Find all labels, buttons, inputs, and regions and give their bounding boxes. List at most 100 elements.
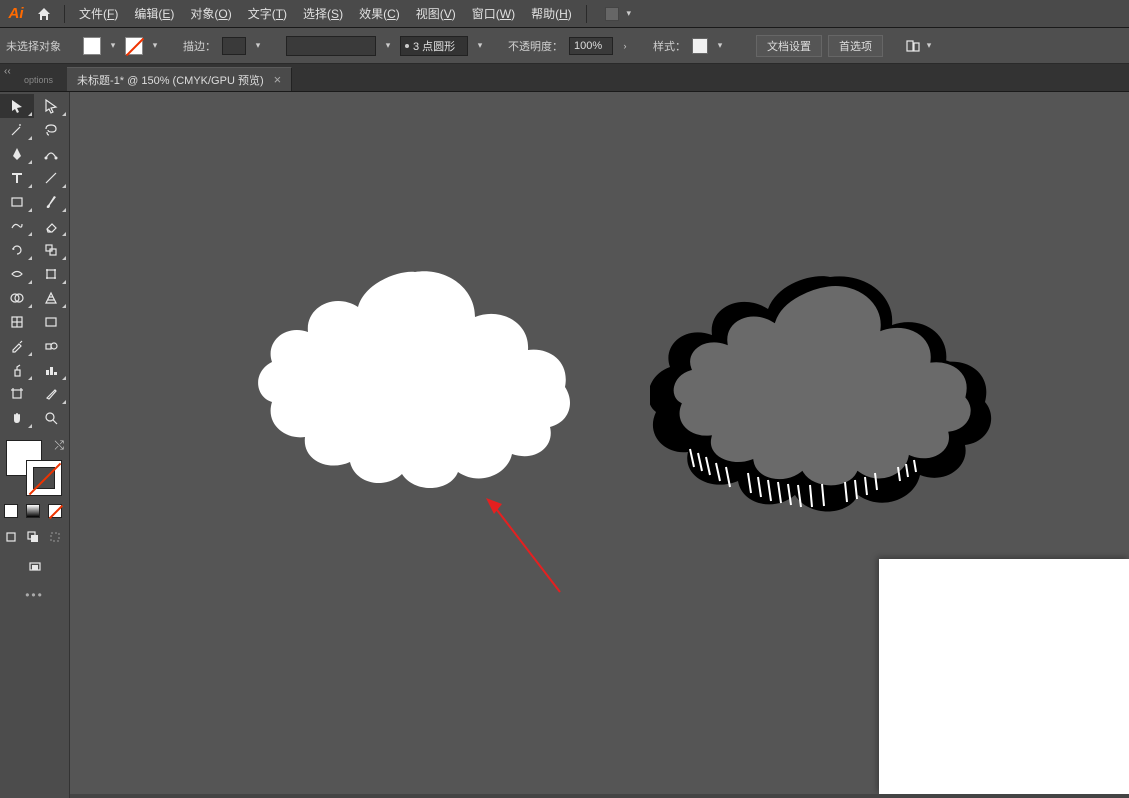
tool-lasso[interactable] [34, 118, 68, 142]
stroke-weight-stepper[interactable]: ▾ [252, 40, 264, 52]
rotate-icon [9, 242, 25, 258]
style-dropdown[interactable]: ▾ [714, 40, 726, 52]
tool-eraser[interactable] [34, 214, 68, 238]
menu-effect[interactable]: 效果(C) [351, 2, 408, 26]
tool-hand[interactable] [0, 406, 34, 430]
stroke-proxy[interactable] [26, 460, 62, 496]
opacity-dropdown[interactable]: › [619, 40, 631, 52]
eyedropper-icon [9, 338, 25, 354]
tool-pen[interactable] [0, 142, 34, 166]
tool-artboard[interactable] [0, 382, 34, 406]
brush-definition[interactable]: 3 点圆形 [400, 36, 468, 56]
artboard[interactable] [879, 559, 1129, 794]
document-setup-button[interactable]: 文档设置 [756, 35, 822, 57]
menu-file[interactable]: 文件(F) [71, 2, 126, 26]
tool-gradient[interactable] [34, 310, 68, 334]
cursor-icon [9, 98, 25, 114]
tool-direct-selection[interactable] [34, 94, 68, 118]
home-button[interactable] [30, 6, 58, 22]
tool-perspective[interactable] [34, 286, 68, 310]
color-mode-gradient[interactable] [22, 502, 44, 520]
fill-dropdown[interactable]: ▾ [107, 40, 119, 52]
tool-shaper[interactable] [0, 214, 34, 238]
tool-type[interactable] [0, 166, 34, 190]
workspace-switcher[interactable]: ▾ [605, 7, 635, 21]
canvas-area[interactable] [70, 92, 1129, 798]
menu-window[interactable]: 窗口(W) [464, 2, 523, 26]
stroke-label[interactable]: 描边： [183, 38, 216, 54]
tool-column-graph[interactable] [34, 358, 68, 382]
tool-line[interactable] [34, 166, 68, 190]
artwork-cloud-white[interactable] [250, 262, 580, 502]
swap-fill-stroke-icon[interactable]: ⤭ [54, 438, 64, 453]
artwork-cloud-outline[interactable] [650, 267, 1000, 527]
opacity-input[interactable] [569, 37, 613, 55]
style-label[interactable]: 样式： [653, 38, 686, 54]
home-icon [36, 6, 52, 22]
options-label: options [0, 75, 63, 91]
stroke-dropdown[interactable]: ▾ [149, 40, 161, 52]
draw-normal[interactable] [0, 528, 22, 546]
preferences-button[interactable]: 首选项 [828, 35, 883, 57]
tool-rectangle[interactable] [0, 190, 34, 214]
control-bar: 未选择对象 ▾ ▾ 描边： ▾ ▾ 3 点圆形 ▾ 不透明度： › 样式： ▾ … [0, 28, 1129, 64]
tab-close-button[interactable]: × [274, 72, 282, 87]
tool-slice[interactable] [34, 382, 68, 406]
tool-mesh[interactable] [0, 310, 34, 334]
tool-blend[interactable] [34, 334, 68, 358]
cursor-outline-icon [43, 98, 59, 114]
wand-icon [9, 122, 25, 138]
menu-type[interactable]: 文字(T) [240, 2, 295, 26]
pen-icon [9, 146, 25, 162]
align-control[interactable]: ▾ [905, 38, 935, 54]
brush-icon [43, 194, 59, 210]
stroke-profile-field[interactable] [286, 36, 376, 56]
opacity-label[interactable]: 不透明度： [508, 38, 563, 54]
tool-symbol-sprayer[interactable] [0, 358, 34, 382]
menu-help[interactable]: 帮助(H) [523, 2, 580, 26]
horizontal-scrollbar[interactable] [70, 794, 1129, 798]
stroke-profile-dropdown[interactable]: ▾ [382, 40, 394, 52]
tool-rotate[interactable] [0, 238, 34, 262]
tool-width[interactable] [0, 262, 34, 286]
document-tab[interactable]: 未标题-1* @ 150% (CMYK/GPU 预览) × [67, 67, 292, 91]
menu-object[interactable]: 对象(O) [182, 2, 239, 26]
stroke-weight-input[interactable] [222, 37, 246, 55]
draw-behind[interactable] [22, 528, 44, 546]
stroke-swatch[interactable] [125, 37, 143, 55]
width-icon [9, 266, 25, 282]
hand-icon [9, 410, 25, 426]
tool-paintbrush[interactable] [34, 190, 68, 214]
tool-scale[interactable] [34, 238, 68, 262]
tool-free-transform[interactable] [34, 262, 68, 286]
brush-dropdown[interactable]: ▾ [474, 40, 486, 52]
tool-selection[interactable] [0, 94, 34, 118]
menu-edit[interactable]: 编辑(E) [126, 2, 182, 26]
graphic-style-swatch[interactable] [692, 38, 708, 54]
tool-magic-wand[interactable] [0, 118, 34, 142]
shaper-icon [9, 218, 25, 234]
blend-icon [43, 338, 59, 354]
draw-inside[interactable] [44, 528, 66, 546]
fill-swatch[interactable] [83, 37, 101, 55]
annotation-arrow [480, 492, 570, 602]
color-mode-solid[interactable] [0, 502, 22, 520]
app-logo: Ai [2, 2, 30, 26]
screen-mode-button[interactable] [18, 558, 52, 576]
color-mode-none[interactable] [44, 502, 66, 520]
menu-select[interactable]: 选择(S) [295, 2, 351, 26]
panel-collapse-handle[interactable]: ‹‹ [4, 66, 11, 77]
mesh-icon [9, 314, 25, 330]
menu-view[interactable]: 视图(V) [408, 2, 464, 26]
tool-zoom[interactable] [34, 406, 68, 430]
tool-eyedropper[interactable] [0, 334, 34, 358]
menu-bar: Ai 文件(F) 编辑(E) 对象(O) 文字(T) 选择(S) 效果(C) 视… [0, 0, 1129, 28]
tool-shape-builder[interactable] [0, 286, 34, 310]
chevron-down-icon: ▾ [623, 8, 635, 20]
edit-toolbar-button[interactable]: ••• [0, 588, 69, 602]
curvature-icon [43, 146, 59, 162]
tools-panel: ⤭ ••• [0, 92, 70, 798]
slice-icon [43, 386, 59, 402]
tool-curvature[interactable] [34, 142, 68, 166]
fill-stroke-proxy[interactable]: ⤭ [6, 440, 62, 496]
